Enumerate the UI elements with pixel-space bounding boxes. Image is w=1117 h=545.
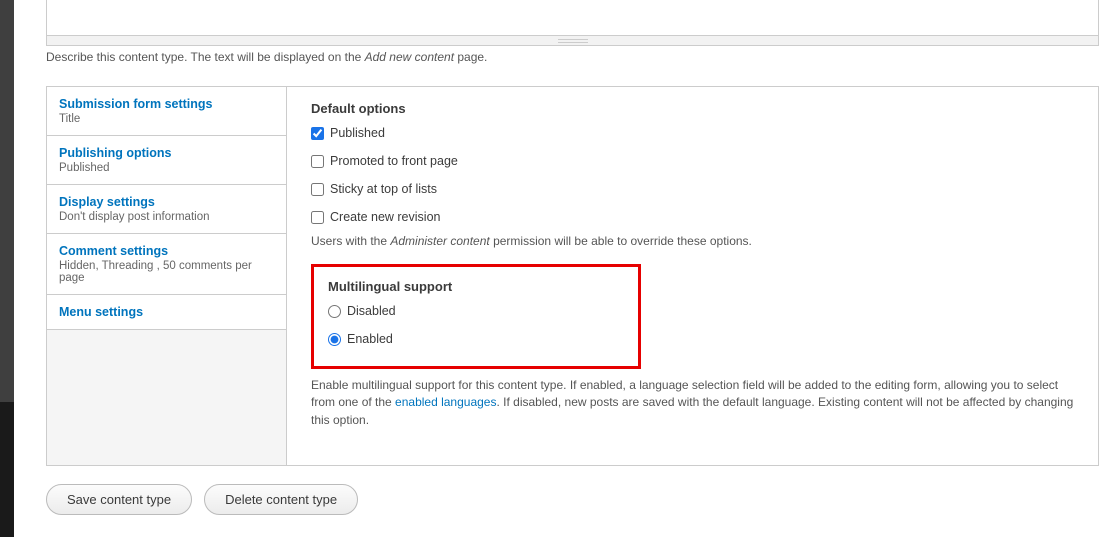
tab-submission-form[interactable]: Submission form settings Title — [47, 87, 286, 136]
default-options-heading: Default options — [311, 101, 1074, 116]
tab-summary: Hidden, Threading , 50 comments per page — [59, 260, 274, 284]
tab-menu-settings[interactable]: Menu settings — [47, 295, 286, 330]
option-multilingual-enabled: Enabled — [328, 332, 624, 346]
textarea-resize-handle[interactable] — [46, 36, 1099, 46]
enabled-languages-link[interactable]: enabled languages — [395, 395, 496, 409]
tab-comment-settings[interactable]: Comment settings Hidden, Threading , 50 … — [47, 234, 286, 295]
option-multilingual-disabled: Disabled — [328, 304, 624, 318]
label-promoted[interactable]: Promoted to front page — [330, 154, 458, 168]
tab-summary: Title — [59, 113, 274, 125]
multilingual-heading: Multilingual support — [328, 279, 624, 294]
tab-title: Submission form settings — [59, 97, 274, 111]
tab-title: Comment settings — [59, 244, 274, 258]
checkbox-promoted[interactable] — [311, 155, 324, 168]
label-revision[interactable]: Create new revision — [330, 210, 440, 224]
tab-publishing-options[interactable]: Publishing options Published — [47, 136, 286, 185]
tab-summary: Don't display post information — [59, 211, 274, 223]
permission-help: Users with the Administer content permis… — [311, 234, 1074, 248]
checkbox-sticky[interactable] — [311, 183, 324, 196]
label-published[interactable]: Published — [330, 126, 385, 140]
radio-disabled[interactable] — [328, 305, 341, 318]
option-published: Published — [311, 126, 1074, 140]
left-dark-strip — [0, 0, 14, 537]
tab-display-settings[interactable]: Display settings Don't display post info… — [47, 185, 286, 234]
tabs-nav: Submission form settings Title Publishin… — [47, 87, 287, 465]
radio-enabled[interactable] — [328, 333, 341, 346]
label-sticky[interactable]: Sticky at top of lists — [330, 182, 437, 196]
tab-title: Display settings — [59, 195, 274, 209]
tab-title: Menu settings — [59, 305, 274, 319]
option-sticky: Sticky at top of lists — [311, 182, 1074, 196]
checkbox-revision[interactable] — [311, 211, 324, 224]
description-help: Describe this content type. The text wil… — [46, 50, 1099, 64]
checkbox-published[interactable] — [311, 127, 324, 140]
option-promoted: Promoted to front page — [311, 154, 1074, 168]
option-revision: Create new revision — [311, 210, 1074, 224]
form-actions: Save content type Delete content type — [46, 484, 1099, 515]
vertical-tabs: Submission form settings Title Publishin… — [46, 86, 1099, 466]
label-enabled[interactable]: Enabled — [347, 332, 393, 346]
tab-summary: Published — [59, 162, 274, 174]
multilingual-highlight: Multilingual support Disabled Enabled — [311, 264, 641, 369]
description-textarea[interactable] — [46, 0, 1099, 36]
multilingual-help: Enable multilingual support for this con… — [311, 377, 1074, 429]
tab-title: Publishing options — [59, 146, 274, 160]
delete-button[interactable]: Delete content type — [204, 484, 358, 515]
tab-panel-publishing: Default options Published Promoted to fr… — [287, 87, 1098, 465]
label-disabled[interactable]: Disabled — [347, 304, 396, 318]
save-button[interactable]: Save content type — [46, 484, 192, 515]
